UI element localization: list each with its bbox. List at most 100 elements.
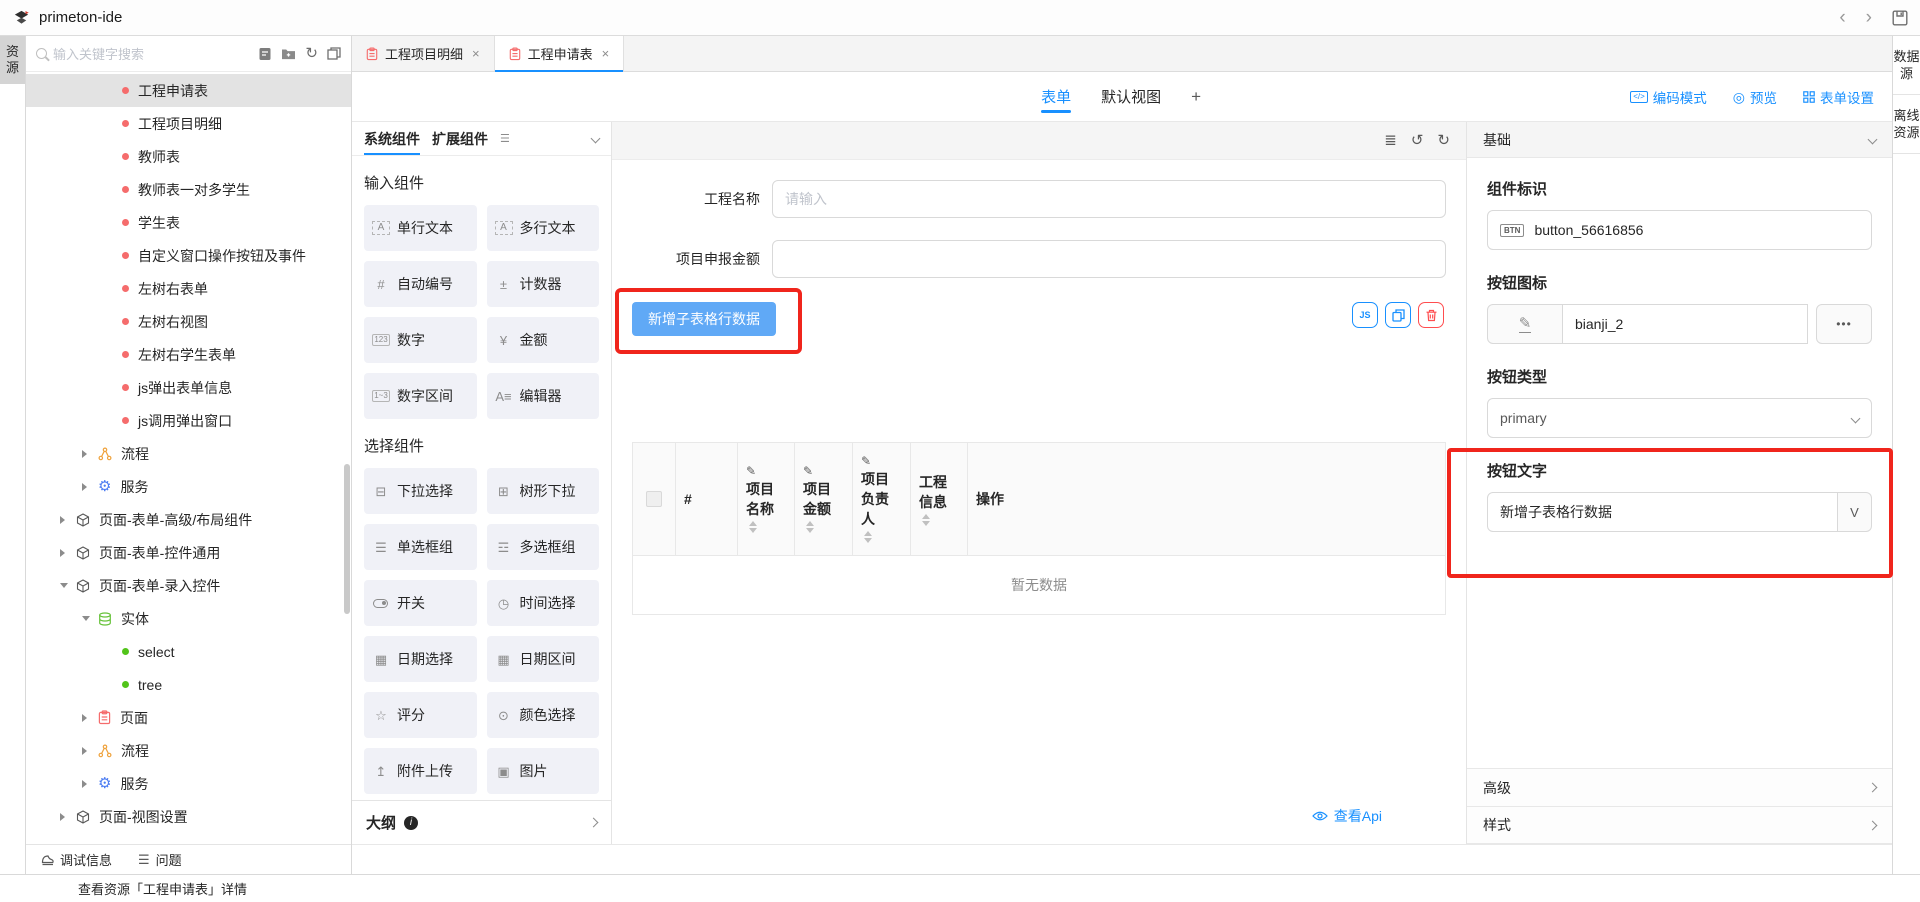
tree-item[interactable]: 左树右表单 <box>26 272 351 305</box>
palette-item-select[interactable]: ⊟下拉选择 <box>364 468 477 514</box>
tree-item[interactable]: js弹出表单信息 <box>26 371 351 404</box>
icon-preview-box[interactable]: ✎ <box>1487 304 1563 344</box>
palette-item-checkbox-group[interactable]: ☲多选框组 <box>487 524 600 570</box>
palette-menu-icon[interactable]: ☰ <box>500 132 510 145</box>
tree-item-service[interactable]: ⚙服务 <box>26 470 351 503</box>
palette-item-editor[interactable]: A≡编辑器 <box>487 373 600 419</box>
column-project-name[interactable]: ✎项目名称 <box>738 443 795 555</box>
search-input[interactable]: 输入关键字搜索 <box>53 44 252 63</box>
tree-item-page[interactable]: 页面 <box>26 701 351 734</box>
tree-item[interactable]: 左树右视图 <box>26 305 351 338</box>
chevron-down-icon[interactable] <box>60 583 76 588</box>
palette-tab-extension[interactable]: 扩展组件 <box>432 122 488 155</box>
palette-item-multi-line-text[interactable]: A多行文本 <box>487 205 600 251</box>
palette-item-radio-group[interactable]: ☰单选框组 <box>364 524 477 570</box>
redo-icon[interactable]: ↻ <box>1437 133 1450 148</box>
palette-item-number-range[interactable]: 1~3数字区间 <box>364 373 477 419</box>
palette-item-counter[interactable]: ±计数器 <box>487 261 600 307</box>
tab-default-view[interactable]: 默认视图 <box>1101 72 1161 121</box>
tree-item[interactable]: 学生表 <box>26 206 351 239</box>
close-icon[interactable]: × <box>602 46 610 61</box>
palette-item-number[interactable]: 123数字 <box>364 317 477 363</box>
outline-tree-icon[interactable]: ≣ <box>1384 133 1397 148</box>
section-advanced[interactable]: 高级 <box>1467 768 1892 806</box>
chevron-down-icon[interactable] <box>82 616 98 621</box>
close-icon[interactable]: × <box>472 46 480 61</box>
delete-button[interactable] <box>1418 302 1444 328</box>
icon-picker-button[interactable]: ••• <box>1816 304 1872 344</box>
sort-icons[interactable] <box>864 531 872 543</box>
tree-item[interactable]: js调用弹出窗口 <box>26 404 351 437</box>
palette-item-upload[interactable]: ↥附件上传 <box>364 748 477 794</box>
tree-item-module-expanded[interactable]: 页面-表单-录入控件 <box>26 569 351 602</box>
tree-item-process[interactable]: 流程 <box>26 437 351 470</box>
save-icon[interactable] <box>1892 10 1908 26</box>
tree-item-module[interactable]: 页面-表单-高级/布局组件 <box>26 503 351 536</box>
debug-info-button[interactable]: 调试信息 <box>40 850 112 869</box>
column-project-manager[interactable]: ✎项目负责人 <box>853 443 911 555</box>
locate-file-icon[interactable] <box>258 47 272 61</box>
palette-item-tree-select[interactable]: ⊞树形下拉 <box>487 468 600 514</box>
rail-tab-resources[interactable]: 资源 <box>0 36 25 84</box>
palette-item-date-range[interactable]: ▦日期区间 <box>487 636 600 682</box>
nav-forward-icon[interactable]: › <box>1866 8 1872 27</box>
button-type-select[interactable]: primary <box>1487 398 1872 438</box>
code-mode-button[interactable]: </>编码模式 <box>1630 87 1707 107</box>
tree-item[interactable]: 教师表 <box>26 140 351 173</box>
tree-item-view-settings[interactable]: 页面-视图设置 <box>26 800 351 833</box>
sort-icons[interactable] <box>922 514 930 526</box>
editor-tab-project-detail[interactable]: 工程项目明细 × <box>352 36 495 71</box>
column-project-amount[interactable]: ✎项目金额 <box>795 443 853 555</box>
problems-button[interactable]: ☰ 问题 <box>138 850 182 869</box>
tree-item[interactable]: 教师表一对多学生 <box>26 173 351 206</box>
palette-tab-system[interactable]: 系统组件 <box>364 122 420 155</box>
tree-scrollbar[interactable] <box>344 464 350 614</box>
palette-item-date-picker[interactable]: ▦日期选择 <box>364 636 477 682</box>
variable-bind-button[interactable]: V <box>1838 492 1872 532</box>
tree-item[interactable]: 工程项目明细 <box>26 107 351 140</box>
palette-item-switch[interactable]: 开关 <box>364 580 477 626</box>
tree-item-project-apply-form[interactable]: 工程申请表 <box>26 74 351 107</box>
rail-tab-offline-resources[interactable]: 离线资源 <box>1893 95 1920 154</box>
tree-item-module[interactable]: 页面-表单-控件通用 <box>26 536 351 569</box>
section-style[interactable]: 样式 <box>1467 806 1892 844</box>
chevron-right-icon[interactable] <box>82 714 98 722</box>
palette-item-auto-number[interactable]: #自动编号 <box>364 261 477 307</box>
undo-icon[interactable]: ↺ <box>1411 133 1424 148</box>
chevron-right-icon[interactable] <box>60 516 76 524</box>
sort-icons[interactable] <box>806 521 814 533</box>
chevron-right-icon[interactable] <box>82 747 98 755</box>
chevron-right-icon[interactable] <box>82 450 98 458</box>
checkbox[interactable] <box>646 491 662 507</box>
project-name-input[interactable]: 请输入 <box>772 180 1446 218</box>
tree-item-service[interactable]: ⚙服务 <box>26 767 351 800</box>
refresh-icon[interactable]: ↻ <box>305 46 318 61</box>
view-api-link[interactable]: 查看Api <box>632 798 1446 832</box>
copy-button[interactable] <box>1385 302 1411 328</box>
outline-section[interactable]: 大纲 i <box>352 800 611 844</box>
add-view-button[interactable]: + <box>1191 87 1201 107</box>
tree-item[interactable]: 左树右学生表单 <box>26 338 351 371</box>
section-basic[interactable]: 基础 <box>1467 122 1892 158</box>
sort-icons[interactable] <box>749 521 757 533</box>
column-project-info[interactable]: 工程信息 <box>911 443 968 555</box>
add-subtable-row-button[interactable]: 新增子表格行数据 <box>632 302 776 336</box>
palette-collapse-icon[interactable] <box>591 134 601 144</box>
tab-form[interactable]: 表单 <box>1041 72 1071 121</box>
preview-button[interactable]: ◎预览 <box>1733 87 1777 107</box>
tree-item-tree[interactable]: tree <box>26 668 351 701</box>
palette-item-time-picker[interactable]: ◷时间选择 <box>487 580 600 626</box>
form-settings-button[interactable]: 表单设置 <box>1803 87 1874 107</box>
tree-item[interactable]: 自定义窗口操作按钮及事件 <box>26 239 351 272</box>
button-icon-input[interactable]: bianji_2 <box>1563 304 1808 344</box>
tree-item-process[interactable]: 流程 <box>26 734 351 767</box>
chevron-right-icon[interactable] <box>82 483 98 491</box>
chevron-right-icon[interactable] <box>82 780 98 788</box>
editor-tab-project-apply[interactable]: 工程申请表 × <box>495 36 625 71</box>
nav-back-icon[interactable]: ‹ <box>1839 8 1845 27</box>
palette-item-color-picker[interactable]: ⊙颜色选择 <box>487 692 600 738</box>
palette-item-rate[interactable]: ☆评分 <box>364 692 477 738</box>
palette-item-currency[interactable]: ¥金额 <box>487 317 600 363</box>
declared-amount-input[interactable] <box>772 240 1446 278</box>
palette-item-single-line-text[interactable]: A单行文本 <box>364 205 477 251</box>
